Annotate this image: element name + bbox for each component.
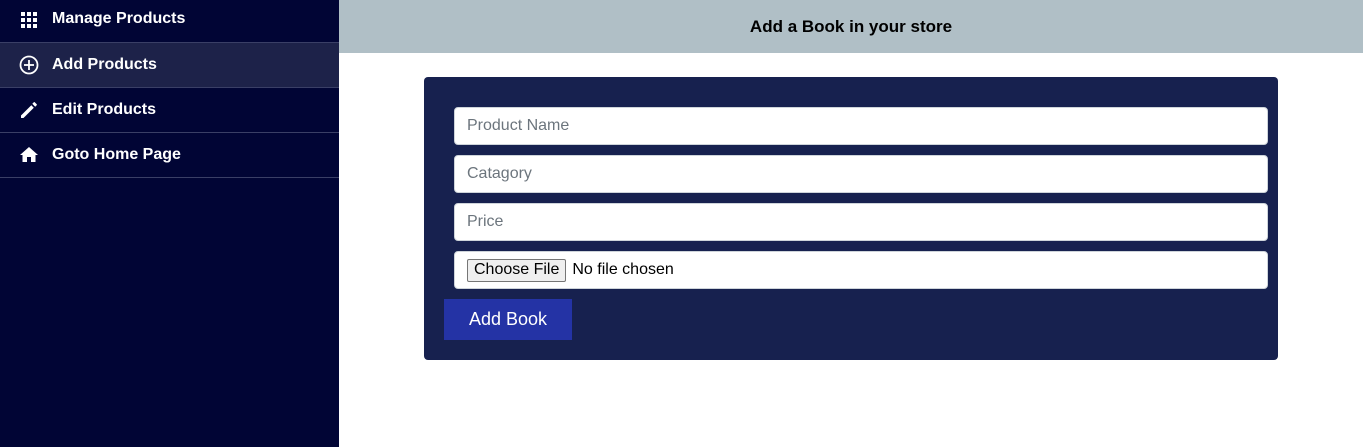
file-status-text: No file chosen — [572, 261, 674, 278]
app-root: Manage Products Add Products Edit Produc… — [0, 0, 1363, 447]
choose-file-button[interactable]: Choose File — [467, 258, 567, 282]
sidebar-item-edit-products[interactable]: Edit Products — [0, 88, 339, 133]
add-book-form: Choose File No file chosen Add Book — [424, 77, 1278, 360]
sidebar-item-add-products[interactable]: Add Products — [0, 43, 339, 88]
add-book-button[interactable]: Add Book — [444, 299, 572, 340]
category-input[interactable] — [454, 155, 1268, 193]
grid-icon — [19, 10, 39, 30]
sidebar-item-label: Manage Products — [52, 10, 186, 27]
sidebar-item-label: Goto Home Page — [52, 146, 181, 163]
home-icon — [19, 145, 39, 165]
product-name-input[interactable] — [454, 107, 1268, 145]
page-header: Add a Book in your store — [339, 0, 1363, 53]
main-content: Add a Book in your store Choose File No … — [339, 0, 1363, 447]
plus-circle-icon — [19, 55, 39, 75]
sidebar-item-label: Add Products — [52, 56, 157, 73]
page-title: Add a Book in your store — [749, 16, 953, 36]
sidebar-item-manage-products[interactable]: Manage Products — [0, 0, 339, 43]
sidebar-item-home-page[interactable]: Goto Home Page — [0, 133, 339, 178]
sidebar: Manage Products Add Products Edit Produc… — [0, 0, 339, 447]
pencil-icon — [19, 100, 39, 120]
file-upload-field: Choose File No file chosen — [454, 251, 1268, 289]
price-input[interactable] — [454, 203, 1268, 241]
sidebar-item-label: Edit Products — [52, 101, 157, 118]
